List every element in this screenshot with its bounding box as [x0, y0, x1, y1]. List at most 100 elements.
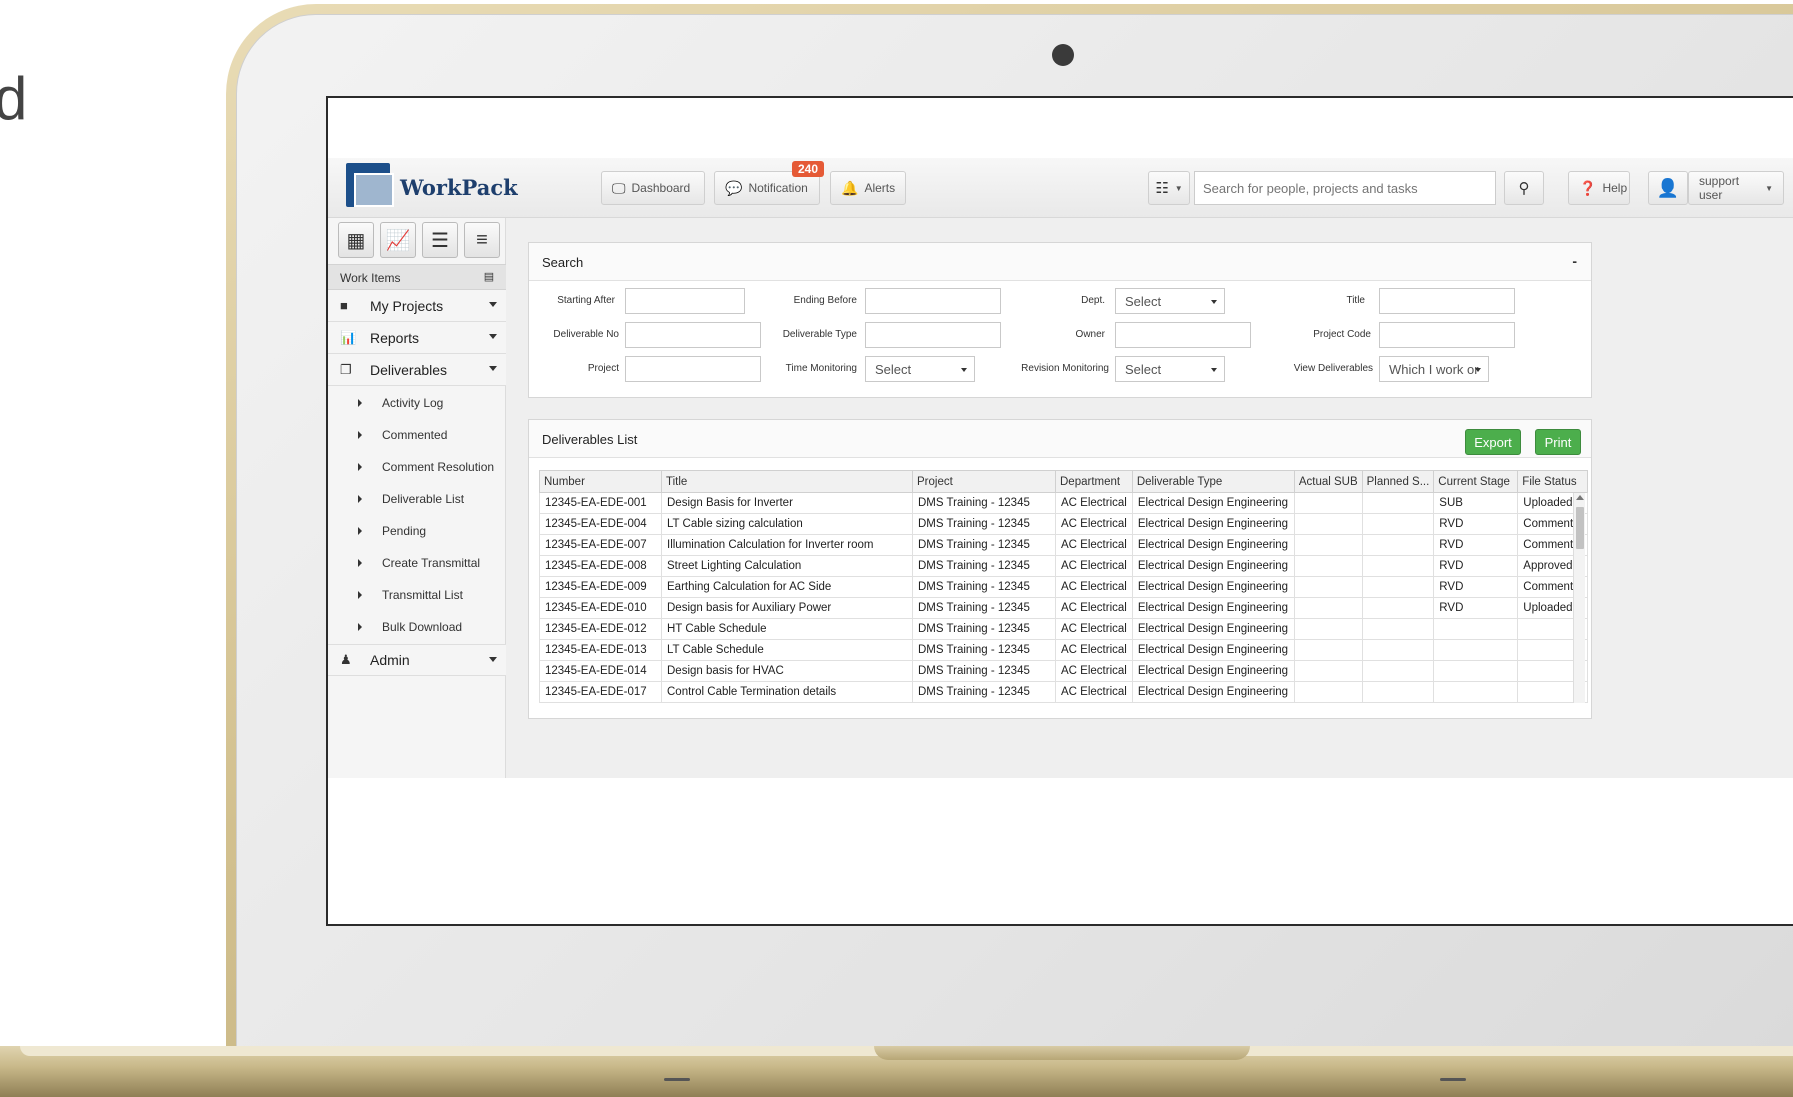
column-header[interactable]: Planned S...: [1361, 470, 1435, 493]
scroll-up-icon[interactable]: [1576, 495, 1584, 500]
project-label: Project: [587, 363, 619, 374]
alerts-button[interactable]: 🔔 Alerts: [830, 171, 906, 205]
table-row[interactable]: 12345-EA-EDE-013 LT Cable Schedule DMS Tra…: [539, 639, 1589, 661]
table-row[interactable]: 12345-EA-EDE-009 Earthing Calculation for…: [539, 576, 1589, 598]
ending-before-field[interactable]: [865, 288, 1001, 314]
deliverables-list-header: Deliverables List: [529, 420, 1591, 458]
chevron-down-icon: [961, 368, 967, 372]
table-cell: DMS Training - 12345: [912, 492, 1056, 514]
sidebar-subitem-deliverable-list[interactable]: Deliverable List: [328, 483, 506, 515]
sidebar-subitem-bulk-download[interactable]: Bulk Download: [328, 611, 506, 643]
table-cell: [1293, 681, 1363, 703]
dashboard-button[interactable]: 🖵 Dashboard: [601, 171, 705, 205]
help-button[interactable]: ❓ Help: [1568, 171, 1630, 205]
project-code-field[interactable]: [1379, 322, 1515, 348]
print-button[interactable]: Print: [1535, 429, 1581, 455]
scrollbar-thumb[interactable]: [1576, 507, 1584, 549]
notification-count-badge: 240: [792, 161, 825, 177]
workpack-app: WorkPack 🖵 Dashboard 💬 Notification 240 …: [328, 158, 1793, 778]
revision-monitoring-select[interactable]: Select: [1115, 356, 1225, 382]
table-row[interactable]: 12345-EA-EDE-017 Control Cable Terminatio…: [539, 681, 1589, 703]
calendar-icon[interactable]: ▦: [338, 222, 374, 258]
time-monitoring-select[interactable]: Select: [865, 356, 975, 382]
table-cell: [1293, 618, 1363, 640]
starting-after-field[interactable]: [625, 288, 745, 314]
search-icon: ⚲: [1518, 180, 1530, 197]
sidebar-item-label: Reports: [370, 329, 420, 346]
table-row[interactable]: 12345-EA-EDE-012 HT Cable Schedule DMS Tra…: [539, 618, 1589, 640]
sidebar-subitem-commented[interactable]: Commented: [328, 419, 506, 451]
caret-right-icon: [358, 527, 362, 535]
table-cell: Electrical Design Engineering: [1131, 681, 1295, 703]
table-body: 12345-EA-EDE-001 Design Basis for Inverte…: [539, 492, 1589, 703]
user-menu-button[interactable]: support user ▼: [1688, 171, 1784, 205]
deliverables-list-panel: Deliverables List Export Print Number Tit…: [528, 419, 1592, 719]
table-row[interactable]: 12345-EA-EDE-004 LT Cable sizing calculat…: [539, 513, 1589, 535]
chevron-down-icon: [1475, 368, 1481, 372]
column-header[interactable]: Department: [1055, 470, 1133, 493]
align-left-icon[interactable]: ≡: [464, 222, 500, 258]
monitor-icon: 🖵: [612, 179, 626, 196]
sidebar-subitem-transmittal-list[interactable]: Transmittal List: [328, 579, 506, 611]
owner-field[interactable]: [1115, 322, 1251, 348]
sidebar-subitem-pending[interactable]: Pending: [328, 515, 506, 547]
column-header[interactable]: Title: [661, 470, 913, 493]
column-header[interactable]: Deliverable Type: [1131, 470, 1295, 493]
sidebar-item-admin[interactable]: ♟ Admin: [328, 644, 506, 676]
sidebar-subitem-label: Commented: [382, 428, 448, 442]
sidebar-toggle-icon[interactable]: ▤: [482, 271, 496, 283]
column-header[interactable]: Project: [912, 470, 1056, 493]
table-cell: 12345-EA-EDE-008: [539, 555, 662, 577]
top-bar: WorkPack 🖵 Dashboard 💬 Notification 240 …: [328, 158, 1793, 218]
table-cell: RVD: [1433, 597, 1519, 619]
deliverable-type-field[interactable]: [865, 322, 1001, 348]
deliverable-no-field[interactable]: [625, 322, 761, 348]
sidebar-subitem-label: Pending: [382, 524, 427, 538]
view-menu-button[interactable]: ☷ ▼: [1148, 171, 1190, 205]
column-header[interactable]: File Status: [1517, 470, 1589, 493]
global-search-input[interactable]: [1194, 171, 1496, 205]
caret-right-icon: [358, 591, 362, 599]
table-cell: [1361, 576, 1435, 598]
table-cell: AC Electrical: [1055, 639, 1133, 661]
sidebar-subitem-create-transmittal[interactable]: Create Transmittal: [328, 547, 506, 579]
workpack-logo[interactable]: WorkPack: [346, 163, 518, 211]
list-icon[interactable]: ☰: [422, 222, 458, 258]
table-row[interactable]: 12345-EA-EDE-007 Illumination Calculation…: [539, 534, 1589, 556]
table-row[interactable]: 12345-EA-EDE-008 Street Lighting Calculat…: [539, 555, 1589, 577]
title-field[interactable]: [1379, 288, 1515, 314]
question-circle-icon: ❓: [1579, 179, 1597, 196]
column-header[interactable]: Actual SUB: [1293, 470, 1363, 493]
table-row[interactable]: 12345-EA-EDE-014 Design basis for HVAC DMS…: [539, 660, 1589, 682]
bell-icon: 🔔: [841, 179, 859, 196]
caret-down-icon: [489, 302, 497, 307]
table-cell: 12345-EA-EDE-017: [539, 681, 662, 703]
collapse-button[interactable]: -: [1572, 253, 1577, 269]
sidebar-item-reports[interactable]: 📊 Reports: [328, 322, 506, 354]
column-header[interactable]: Number: [539, 470, 662, 493]
table-cell: [1361, 492, 1435, 514]
avatar[interactable]: 👤: [1648, 171, 1688, 205]
sidebar-subitem-label: Comment Resolution: [382, 460, 495, 474]
dept-select-value: Select: [1125, 294, 1162, 309]
view-deliverables-select[interactable]: Which I work or: [1379, 356, 1489, 382]
sidebar-subitem-comment-resolution[interactable]: Comment Resolution: [328, 451, 506, 483]
deliverables-table: Number Title Project Department Deliverable …: [539, 470, 1589, 703]
sidebar-subitem-activity-log[interactable]: Activity Log: [328, 387, 506, 419]
line-chart-icon[interactable]: 📈: [380, 222, 416, 258]
search-button[interactable]: ⚲: [1504, 171, 1544, 205]
column-header[interactable]: Current Stage: [1433, 470, 1519, 493]
sidebar-item-my-projects[interactable]: ■ My Projects: [328, 290, 506, 322]
dept-select[interactable]: Select: [1115, 288, 1225, 314]
table-cell: Electrical Design Engineering: [1131, 513, 1295, 535]
project-field[interactable]: [625, 356, 761, 382]
export-button[interactable]: Export: [1465, 429, 1521, 455]
sidebar-item-deliverables[interactable]: ❐ Deliverables: [328, 354, 506, 386]
table-row[interactable]: 12345-EA-EDE-010 Design basis for Auxilia…: [539, 597, 1589, 619]
table-cell: AC Electrical: [1055, 597, 1133, 619]
logo-text: WorkPack: [400, 175, 518, 200]
table-row[interactable]: 12345-EA-EDE-001 Design Basis for Inverte…: [539, 492, 1589, 514]
table-cell: AC Electrical: [1055, 660, 1133, 682]
table-scrollbar[interactable]: [1573, 493, 1585, 703]
folder-logo-icon: [346, 163, 394, 207]
